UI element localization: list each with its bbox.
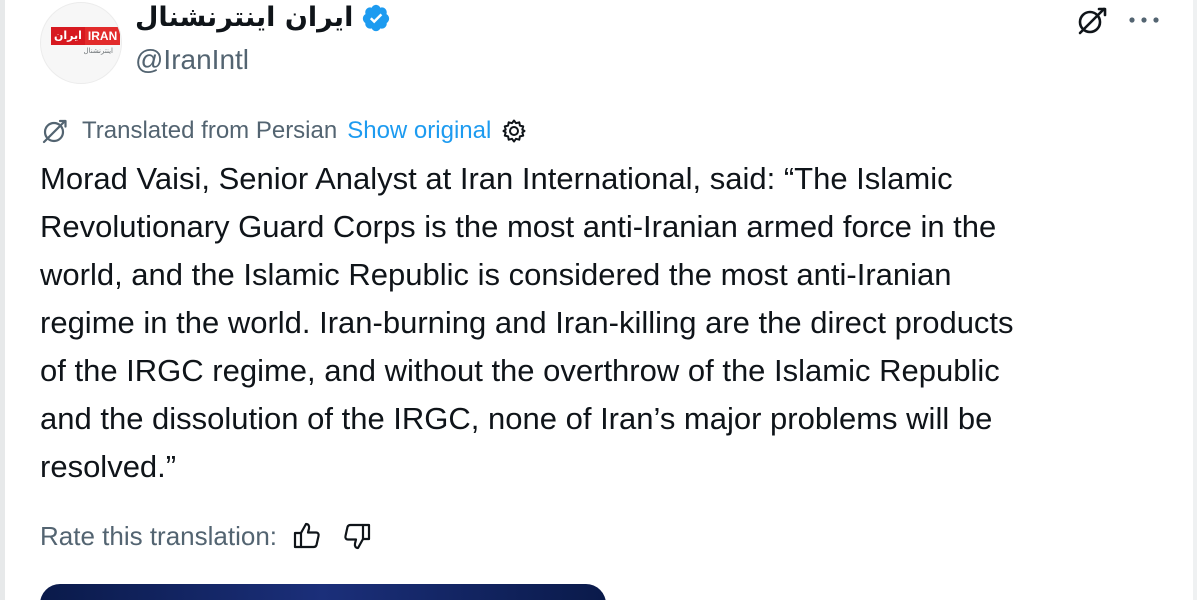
author-name-row: ایران اینترنشنال [135, 0, 391, 38]
post-text-line: world, and the Islamic Republic is consi… [40, 257, 952, 292]
post-text-line: resolved.” [40, 449, 177, 484]
avatar[interactable]: ایران IRAN اینترنشنال [40, 2, 122, 84]
more-icon[interactable] [1126, 10, 1162, 30]
post-text-line: Revolutionary Guard Corps is the most an… [40, 209, 997, 244]
post-text-line: and the dissolution of the IRGC, none of… [40, 401, 993, 436]
author-display-name[interactable]: ایران اینترنشنال [135, 0, 353, 36]
show-original-link[interactable]: Show original [347, 117, 491, 145]
left-border [0, 0, 5, 600]
logo-english-text: IRAN [84, 27, 121, 45]
logo-persian-text: ایران [51, 27, 85, 45]
logo-subtitle: اینترنشنال [83, 47, 113, 55]
post-text-line: Morad Vaisi, Senior Analyst at Iran Inte… [40, 161, 953, 196]
translated-from-label: Translated from Persian [82, 117, 338, 144]
thumbs-up-icon[interactable] [291, 520, 323, 552]
translation-row: Translated from Persian Show original [40, 114, 527, 148]
rate-translation-row: Rate this translation: [40, 518, 391, 554]
media-card[interactable] [40, 584, 606, 600]
tweet-screenshot: ایران IRAN اینترنشنال ایران اینترنشنال @… [0, 0, 1197, 600]
verified-badge-icon [363, 4, 390, 32]
iran-international-logo: ایران IRAN اینترنشنال [51, 27, 121, 59]
thumbs-down-icon[interactable] [341, 520, 373, 552]
rate-translation-label: Rate this translation: [40, 520, 278, 551]
post-text-line: of the IRGC regime, and without the over… [40, 353, 1000, 388]
gear-icon[interactable] [501, 118, 527, 144]
translate-globe-icon [42, 119, 67, 144]
author-handle[interactable]: @IranIntl [135, 42, 249, 78]
translate-icon[interactable] [1075, 6, 1109, 36]
right-border [1193, 0, 1197, 600]
post-text: Morad Vaisi, Senior Analyst at Iran Inte… [40, 155, 1160, 491]
post-text-line: regime in the world. Iran-burning and Ir… [40, 305, 1014, 340]
